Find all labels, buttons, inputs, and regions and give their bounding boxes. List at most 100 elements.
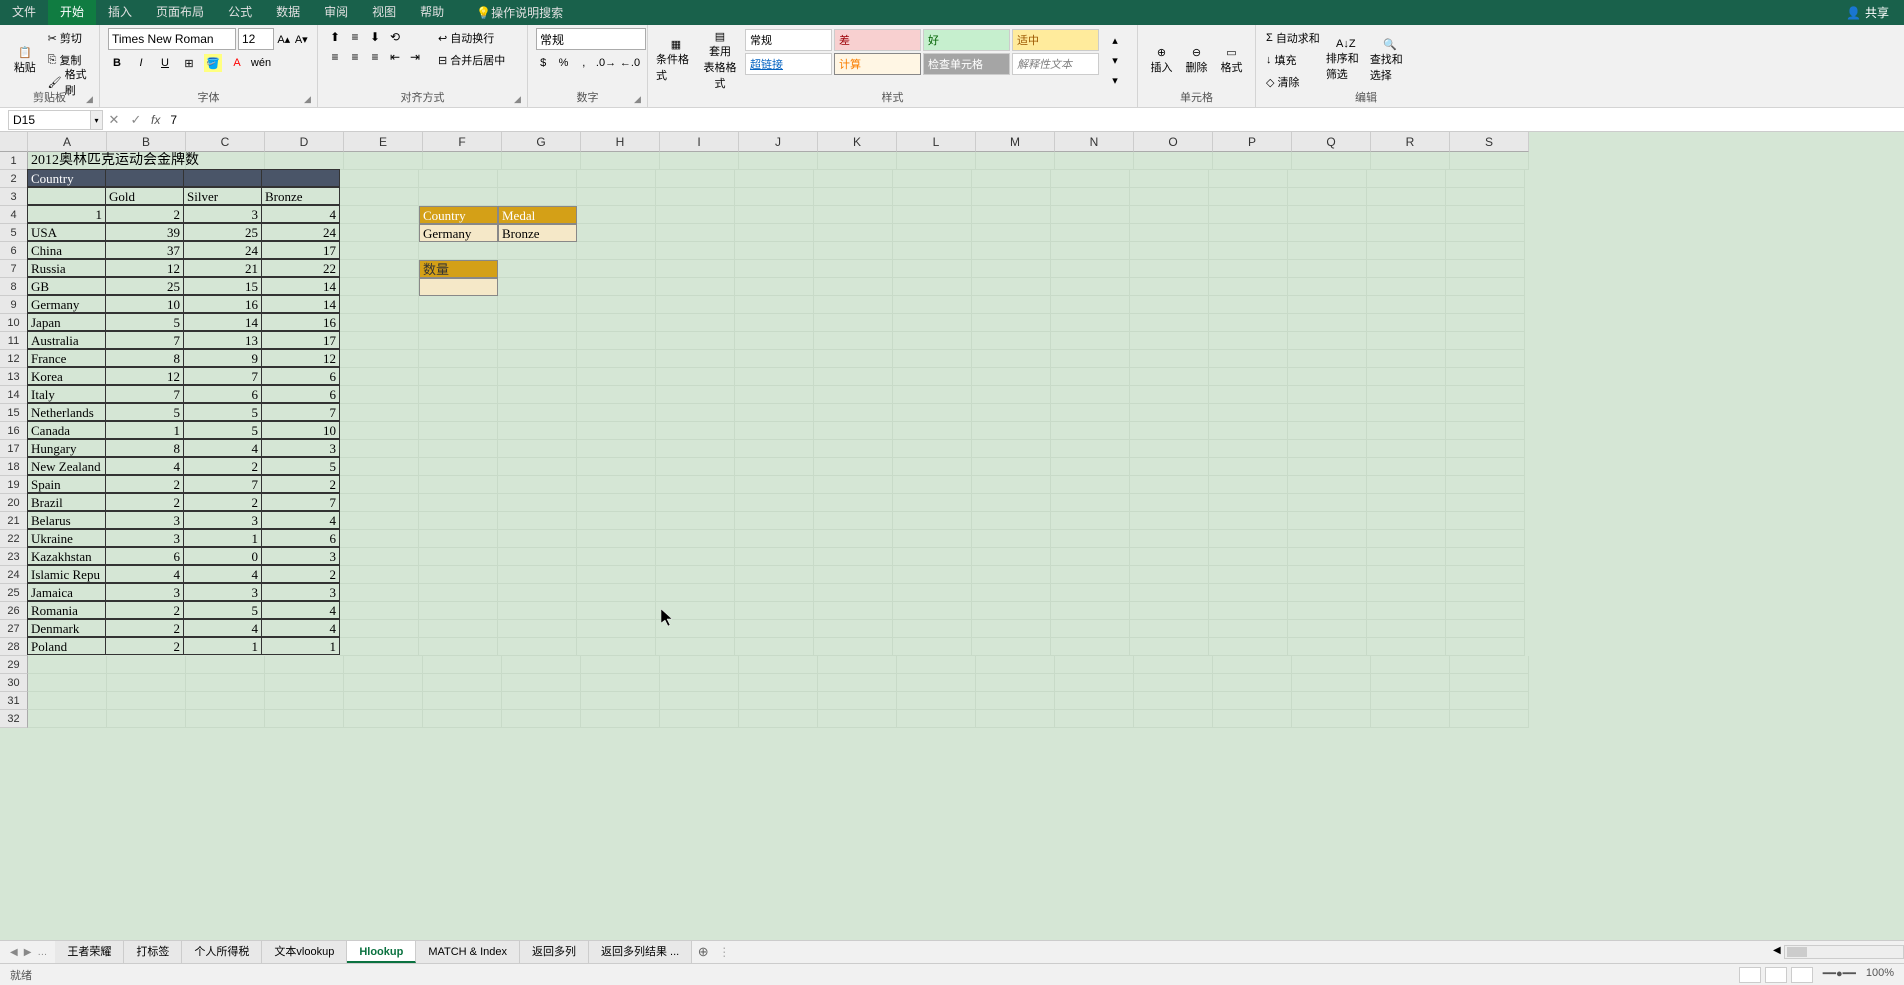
cell-N1[interactable] bbox=[1055, 152, 1134, 170]
select-all-corner[interactable] bbox=[0, 132, 28, 152]
cell-J24[interactable] bbox=[735, 566, 814, 584]
cut-button[interactable]: ✂剪切 bbox=[46, 28, 91, 48]
cell-S5[interactable] bbox=[1446, 224, 1525, 242]
cell-P2[interactable] bbox=[1209, 170, 1288, 188]
cell-L14[interactable] bbox=[893, 386, 972, 404]
cell-M25[interactable] bbox=[972, 584, 1051, 602]
style-check[interactable]: 检查单元格 bbox=[923, 53, 1010, 75]
horizontal-scrollbar[interactable]: ◀ bbox=[1784, 945, 1904, 959]
col-header-I[interactable]: I bbox=[660, 132, 739, 152]
cell-L2[interactable] bbox=[893, 170, 972, 188]
cell-E30[interactable] bbox=[344, 674, 423, 692]
cell-Q11[interactable] bbox=[1288, 332, 1367, 350]
row-header-14[interactable]: 14 bbox=[0, 386, 28, 404]
cell-B9[interactable]: 10 bbox=[105, 295, 184, 313]
cell-L23[interactable] bbox=[893, 548, 972, 566]
cell-F16[interactable] bbox=[419, 422, 498, 440]
cell-G24[interactable] bbox=[498, 566, 577, 584]
cell-E17[interactable] bbox=[340, 440, 419, 458]
cell-S31[interactable] bbox=[1450, 692, 1529, 710]
cell-K13[interactable] bbox=[814, 368, 893, 386]
cell-P5[interactable] bbox=[1209, 224, 1288, 242]
cell-Q31[interactable] bbox=[1292, 692, 1371, 710]
cell-R32[interactable] bbox=[1371, 710, 1450, 728]
cell-I16[interactable] bbox=[656, 422, 735, 440]
cell-G1[interactable] bbox=[502, 152, 581, 170]
cell-J4[interactable] bbox=[735, 206, 814, 224]
currency-button[interactable]: $ bbox=[536, 54, 550, 72]
cell-M24[interactable] bbox=[972, 566, 1051, 584]
cell-C29[interactable] bbox=[186, 656, 265, 674]
cell-P7[interactable] bbox=[1209, 260, 1288, 278]
cell-S21[interactable] bbox=[1446, 512, 1525, 530]
cell-E20[interactable] bbox=[340, 494, 419, 512]
cell-E19[interactable] bbox=[340, 476, 419, 494]
cell-E11[interactable] bbox=[340, 332, 419, 350]
cell-J18[interactable] bbox=[735, 458, 814, 476]
cell-O9[interactable] bbox=[1130, 296, 1209, 314]
cell-G2[interactable] bbox=[498, 170, 577, 188]
cell-B26[interactable]: 2 bbox=[105, 601, 184, 619]
cell-M12[interactable] bbox=[972, 350, 1051, 368]
cell-L28[interactable] bbox=[893, 638, 972, 656]
cell-L26[interactable] bbox=[893, 602, 972, 620]
cell-P11[interactable] bbox=[1209, 332, 1288, 350]
cell-A21[interactable]: Belarus bbox=[27, 511, 106, 529]
cell-M9[interactable] bbox=[972, 296, 1051, 314]
cell-H2[interactable] bbox=[577, 170, 656, 188]
zoom-level[interactable]: 100% bbox=[1866, 967, 1894, 983]
cell-R20[interactable] bbox=[1367, 494, 1446, 512]
percent-button[interactable]: % bbox=[556, 54, 570, 72]
cell-E26[interactable] bbox=[340, 602, 419, 620]
cell-H22[interactable] bbox=[577, 530, 656, 548]
cell-R25[interactable] bbox=[1367, 584, 1446, 602]
cell-L30[interactable] bbox=[897, 674, 976, 692]
cell-H31[interactable] bbox=[581, 692, 660, 710]
cell-D24[interactable]: 2 bbox=[261, 565, 340, 583]
cell-I4[interactable] bbox=[656, 206, 735, 224]
row-header-17[interactable]: 17 bbox=[0, 440, 28, 458]
cell-O20[interactable] bbox=[1130, 494, 1209, 512]
cell-D31[interactable] bbox=[265, 692, 344, 710]
col-header-C[interactable]: C bbox=[186, 132, 265, 152]
cell-K21[interactable] bbox=[814, 512, 893, 530]
cell-P22[interactable] bbox=[1209, 530, 1288, 548]
cell-Q5[interactable] bbox=[1288, 224, 1367, 242]
cell-Q6[interactable] bbox=[1288, 242, 1367, 260]
cell-E14[interactable] bbox=[340, 386, 419, 404]
cell-K3[interactable] bbox=[814, 188, 893, 206]
cell-F12[interactable] bbox=[419, 350, 498, 368]
cell-F28[interactable] bbox=[419, 638, 498, 656]
cell-B30[interactable] bbox=[107, 674, 186, 692]
cell-S6[interactable] bbox=[1446, 242, 1525, 260]
cell-K23[interactable] bbox=[814, 548, 893, 566]
sheet-tab-6[interactable]: 返回多列 bbox=[520, 941, 589, 963]
cell-C13[interactable]: 7 bbox=[183, 367, 262, 385]
cell-Q32[interactable] bbox=[1292, 710, 1371, 728]
row-header-23[interactable]: 23 bbox=[0, 548, 28, 566]
cell-Q20[interactable] bbox=[1288, 494, 1367, 512]
cell-S3[interactable] bbox=[1446, 188, 1525, 206]
align-launcher[interactable]: ◢ bbox=[514, 94, 524, 104]
cell-A1[interactable]: 2012奥林匹克运动会金牌数 bbox=[28, 152, 107, 170]
cell-N19[interactable] bbox=[1051, 476, 1130, 494]
cell-E15[interactable] bbox=[340, 404, 419, 422]
cell-B21[interactable]: 3 bbox=[105, 511, 184, 529]
cell-Q18[interactable] bbox=[1288, 458, 1367, 476]
cell-I32[interactable] bbox=[660, 710, 739, 728]
cell-R27[interactable] bbox=[1367, 620, 1446, 638]
cell-G4[interactable]: Medal bbox=[498, 206, 577, 224]
cell-M2[interactable] bbox=[972, 170, 1051, 188]
cell-A14[interactable]: Italy bbox=[27, 385, 106, 403]
cell-R23[interactable] bbox=[1367, 548, 1446, 566]
cell-P15[interactable] bbox=[1209, 404, 1288, 422]
cell-G18[interactable] bbox=[498, 458, 577, 476]
cell-H18[interactable] bbox=[577, 458, 656, 476]
cell-N7[interactable] bbox=[1051, 260, 1130, 278]
cell-H9[interactable] bbox=[577, 296, 656, 314]
col-header-H[interactable]: H bbox=[581, 132, 660, 152]
col-header-J[interactable]: J bbox=[739, 132, 818, 152]
cell-K30[interactable] bbox=[818, 674, 897, 692]
cell-E13[interactable] bbox=[340, 368, 419, 386]
font-name-select[interactable] bbox=[108, 28, 236, 50]
